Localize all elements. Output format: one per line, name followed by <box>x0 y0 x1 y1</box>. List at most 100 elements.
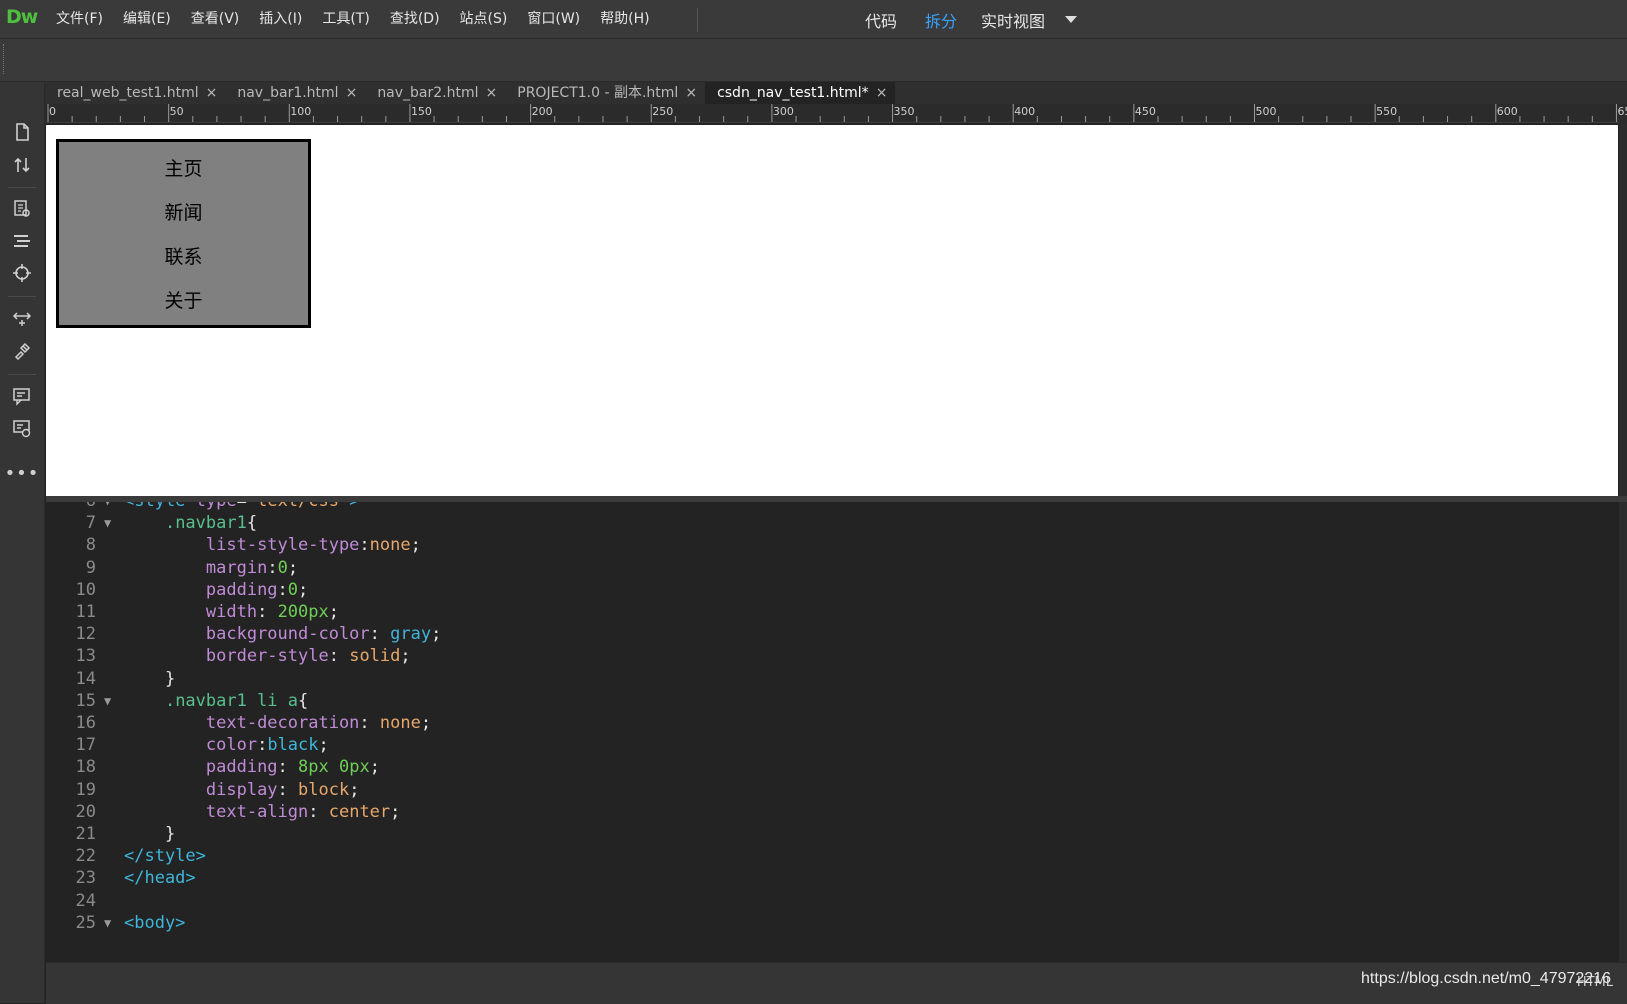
expand-collapse-icon[interactable] <box>0 308 44 332</box>
menu-item-4[interactable]: 工具(T) <box>312 0 379 38</box>
ruler-label: 650 <box>1617 105 1627 118</box>
code-token: : <box>277 779 299 800</box>
code-token: ; <box>420 713 432 733</box>
wrap-tag-icon[interactable] <box>0 341 44 365</box>
menu-item-2[interactable]: 查看(V) <box>181 0 250 38</box>
line-number: 17 <box>75 735 96 756</box>
menu-item-5[interactable]: 查找(D) <box>380 0 450 38</box>
close-tab-icon[interactable]: × <box>685 85 697 101</box>
line-number: 13 <box>75 646 96 667</box>
split-view-button[interactable]: 拆分 <box>925 8 957 32</box>
code-text: width: 200px; <box>124 601 339 624</box>
code-text: margin:0; <box>124 557 298 580</box>
ruler-label: 450 <box>1135 105 1156 118</box>
toolbar-grip[interactable] <box>3 44 5 74</box>
document-tab[interactable]: nav_bar2.html × <box>365 82 505 105</box>
comment-icon[interactable] <box>0 386 44 410</box>
format-source-icon[interactable] <box>0 231 44 255</box>
code-text: text-decoration: none; <box>124 712 431 735</box>
toolbar-divider <box>8 374 36 375</box>
menu-item-7[interactable]: 窗口(W) <box>517 0 590 38</box>
code-token: ; <box>349 779 360 800</box>
code-text: <body> <box>124 912 185 935</box>
open-documents-icon[interactable] <box>0 122 44 146</box>
line-number: 16 <box>75 713 96 733</box>
menu-item-6[interactable]: 站点(S) <box>450 0 518 38</box>
code-token: = <box>237 502 247 511</box>
code-token: gray <box>390 624 432 645</box>
view-mode-bar <box>0 39 1627 82</box>
fold-toggle-icon[interactable]: ▼ <box>104 912 111 935</box>
line-number: 8 <box>85 535 96 556</box>
fold-toggle-icon[interactable]: ▼ <box>104 512 111 535</box>
document-tab[interactable]: PROJECT1.0 - 副本.html × <box>505 82 705 105</box>
inspect-icon[interactable] <box>0 199 44 223</box>
code-token: color <box>205 735 258 756</box>
nav-link[interactable]: 联系 <box>59 242 308 269</box>
ruler-label: 150 <box>411 105 432 118</box>
code-token: "text/css" <box>247 502 349 511</box>
tab-label: csdn_nav_test1.html* <box>717 85 869 101</box>
nav-link[interactable]: 主页 <box>59 154 308 181</box>
code-token: none <box>379 713 421 733</box>
navbar-preview[interactable]: 主页 新闻 联系 关于 <box>56 139 311 328</box>
nav-link[interactable]: 新闻 <box>59 198 308 225</box>
main-menu: 文件(F) 编辑(E) 查看(V) 插入(I) 工具(T) 查找(D) 站点(S) 窗口(W)… <box>46 0 660 38</box>
code-token: padding <box>205 757 278 778</box>
design-view[interactable]: 主页 新闻 联系 关于 <box>46 125 1618 496</box>
nav-link[interactable]: 关于 <box>59 286 308 313</box>
target-icon[interactable] <box>0 263 44 287</box>
document-tab[interactable]: csdn_nav_test1.html* × <box>705 82 896 105</box>
line-number: 20 <box>75 801 96 822</box>
code-token: width <box>205 602 258 622</box>
line-number: 19 <box>75 779 96 800</box>
close-tab-icon[interactable]: × <box>346 85 358 101</box>
view-dropdown-icon[interactable] <box>1065 16 1077 23</box>
menu-item-3[interactable]: 插入(I) <box>249 0 312 38</box>
menu-divider <box>697 8 698 32</box>
vertical-scrollbar[interactable] <box>1619 122 1627 962</box>
code-token: { <box>298 690 309 711</box>
code-token: type <box>196 502 237 511</box>
line-number: 14 <box>75 668 96 689</box>
ruler-label: 550 <box>1376 105 1397 118</box>
code-text: list-style-type:none; <box>124 534 421 557</box>
ruler-label: 400 <box>1014 105 1035 118</box>
remove-comment-icon[interactable] <box>0 418 44 442</box>
line-number: 11 <box>75 602 96 622</box>
code-token: </style> <box>124 846 206 867</box>
code-view-button[interactable]: 代码 <box>865 8 897 32</box>
document-tab[interactable]: nav_bar1.html × <box>225 82 365 105</box>
code-token: none <box>369 535 411 556</box>
menu-item-0[interactable]: 文件(F) <box>46 0 113 38</box>
code-token: margin <box>205 557 268 578</box>
live-view-button[interactable]: 实时视图 <box>981 8 1045 32</box>
code-token: : <box>308 801 329 822</box>
file-transfer-icon[interactable] <box>0 155 44 179</box>
code-editor[interactable]: 6▼<style type="text/css">7▼ .navbar1{8 l… <box>46 502 1619 962</box>
menu-item-8[interactable]: 帮助(H) <box>590 0 659 38</box>
menu-item-1[interactable]: 编辑(E) <box>113 0 181 38</box>
code-token: ; <box>431 624 442 645</box>
code-token: ; <box>318 735 329 756</box>
more-tools-icon[interactable]: ••• <box>0 462 44 486</box>
code-token: : <box>328 646 350 667</box>
code-token: : <box>257 602 278 622</box>
close-tab-icon[interactable]: × <box>206 85 218 101</box>
code-token: <style <box>124 502 196 511</box>
code-token: : <box>277 757 299 778</box>
close-tab-icon[interactable]: × <box>486 85 498 101</box>
code-token: background-color <box>205 624 370 645</box>
horizontal-ruler: 0501001502002503003504004505005506006507… <box>45 104 1627 123</box>
code-token: center <box>328 801 391 822</box>
close-tab-icon[interactable]: × <box>876 85 888 101</box>
code-token: text-align <box>205 801 309 822</box>
document-tab[interactable]: real_web_test1.html × <box>45 82 225 105</box>
fold-toggle-icon[interactable]: ▼ <box>104 690 111 713</box>
tab-label: nav_bar2.html <box>377 85 479 101</box>
